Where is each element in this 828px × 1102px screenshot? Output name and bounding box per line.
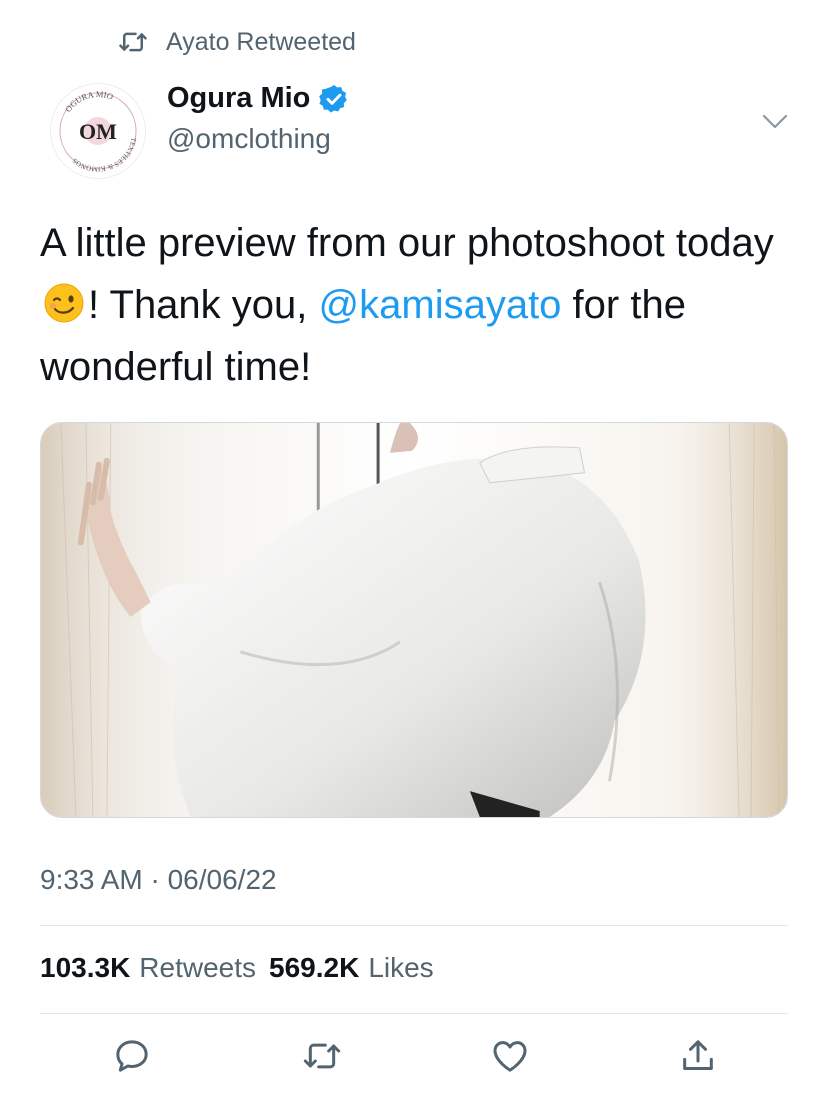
share-button[interactable] — [678, 1036, 718, 1076]
reply-icon — [116, 1040, 148, 1072]
tweet-photo[interactable] — [40, 422, 788, 818]
divider — [40, 925, 788, 926]
likes-label[interactable]: Likes — [368, 952, 433, 984]
retweeted-by[interactable]: Ayato Retweeted — [118, 24, 356, 60]
svg-text:OM: OM — [79, 119, 117, 144]
reply-button[interactable] — [112, 1036, 152, 1076]
svg-text:OGURA MIO: OGURA MIO — [63, 89, 115, 114]
divider — [40, 1013, 788, 1014]
retweets-count[interactable]: 103.3K — [40, 952, 130, 984]
avatar[interactable]: OGURA MIO TEXTILES & KIMONOS OM — [50, 83, 146, 179]
like-icon — [493, 1041, 527, 1072]
chevron-down-icon[interactable] — [760, 108, 790, 134]
retweet-icon — [303, 1043, 341, 1069]
tweet-text-part1: A little preview from our photoshoot tod… — [40, 221, 774, 265]
likes-count[interactable]: 569.2K — [269, 952, 359, 984]
brand-logo-icon: OGURA MIO TEXTILES & KIMONOS OM — [59, 89, 138, 173]
author-name: Ogura Mio — [167, 82, 311, 114]
like-button[interactable] — [490, 1036, 530, 1076]
verified-badge-icon — [319, 84, 348, 112]
winking-face-emoji-icon — [44, 283, 84, 323]
engagement-stats: 103.3K Retweets 569.2K Likes — [40, 952, 447, 984]
retweet-button[interactable] — [302, 1036, 342, 1076]
author-name-row[interactable]: Ogura Mio — [167, 82, 350, 115]
retweets-label[interactable]: Retweets — [139, 952, 256, 984]
tweet-timestamp[interactable]: 9:33 AM · 06/06/22 — [40, 864, 277, 896]
share-icon — [683, 1040, 713, 1070]
photo-image — [41, 423, 787, 817]
mention-link[interactable]: @kamisayato — [319, 283, 562, 327]
retweet-icon — [119, 32, 147, 52]
author-handle[interactable]: @omclothing — [167, 123, 331, 155]
retweeted-by-label: Ayato Retweeted — [166, 27, 356, 56]
tweet-text: A little preview from our photoshoot tod… — [40, 212, 800, 398]
tweet-text-part2: ! Thank you, — [88, 283, 319, 327]
